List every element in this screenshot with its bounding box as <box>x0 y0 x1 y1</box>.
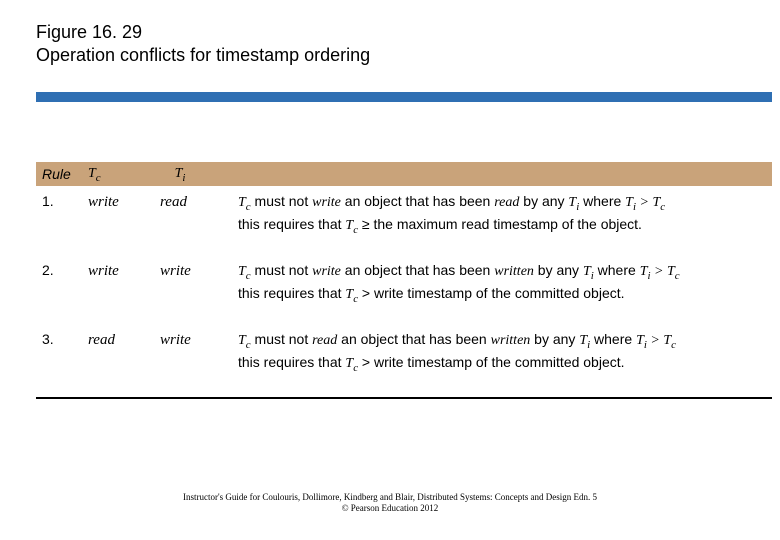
table-header: Rule Tc Ti <box>36 162 772 186</box>
tc-op: read <box>88 330 150 350</box>
rule-number: 1. <box>36 192 88 211</box>
header-rule: Rule <box>42 166 71 182</box>
ti-op: read <box>150 192 210 212</box>
header-ti: Ti <box>175 166 186 181</box>
footer-line-1: Instructor's Guide for Coulouris, Dollim… <box>0 492 780 503</box>
table-row: 2. write write Tc must not write an obje… <box>36 255 772 324</box>
figure-number: Figure 16. 29 <box>36 22 744 43</box>
slide-page: Figure 16. 29 Operation conflicts for ti… <box>0 0 780 540</box>
ti-op: write <box>150 261 210 281</box>
table-row: 1. write read Tc must not write an objec… <box>36 186 772 255</box>
header-tc: Tc <box>88 166 101 181</box>
tc-op: write <box>88 261 150 281</box>
rule-number: 2. <box>36 261 88 280</box>
footer-credit: Instructor's Guide for Coulouris, Dollim… <box>0 492 780 515</box>
figure-title: Operation conflicts for timestamp orderi… <box>36 45 744 66</box>
horizontal-rule <box>36 92 772 102</box>
footer-line-2: © Pearson Education 2012 <box>0 503 780 514</box>
rule-description: Tc must not write an object that has bee… <box>210 261 772 306</box>
tc-op: write <box>88 192 150 212</box>
table-bottom-rule <box>36 397 772 399</box>
rule-description: Tc must not write an object that has bee… <box>210 192 772 237</box>
table-body: 1. write read Tc must not write an objec… <box>36 186 772 393</box>
rule-number: 3. <box>36 330 88 349</box>
rule-description: Tc must not read an object that has been… <box>210 330 772 375</box>
ti-op: write <box>150 330 210 350</box>
table-row: 3. read write Tc must not read an object… <box>36 324 772 393</box>
conflict-table: Rule Tc Ti 1. write read Tc must not wri… <box>36 162 772 399</box>
